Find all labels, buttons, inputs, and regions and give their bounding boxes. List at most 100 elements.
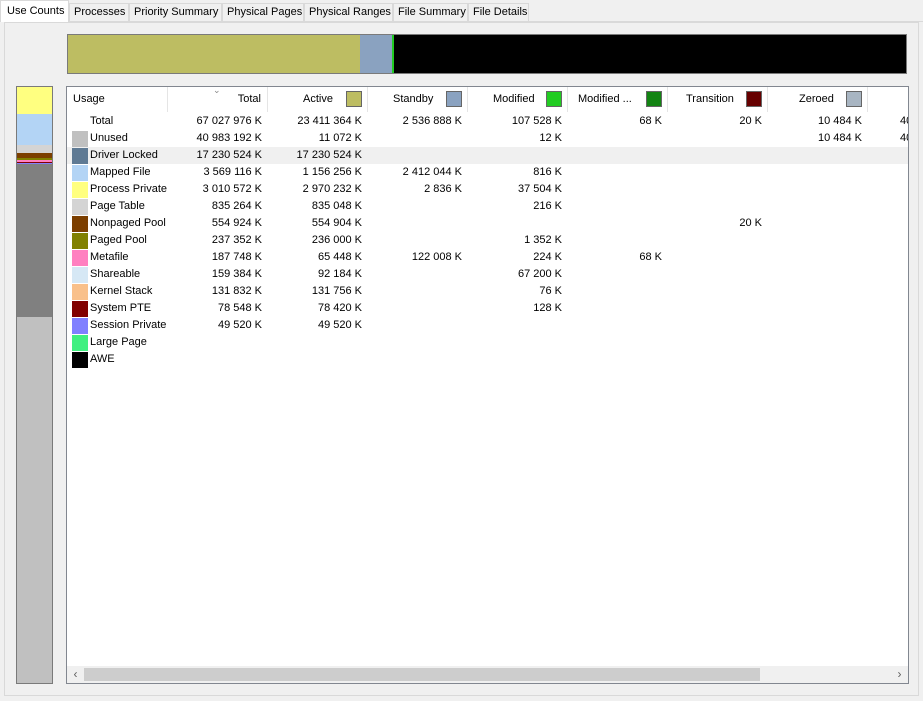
transition-cell (668, 334, 768, 351)
usage-color-swatch (72, 165, 88, 181)
usage-color-swatch (72, 182, 88, 198)
transition-cell (668, 181, 768, 198)
column-header-label: Fr (878, 87, 888, 112)
column-header-standby[interactable]: Standby (368, 87, 468, 112)
zeroed-cell (768, 283, 868, 300)
tab-priority-summary[interactable]: Priority Summary (129, 3, 222, 21)
usage-color-swatch (72, 352, 88, 368)
column-header-usage[interactable]: Usage (67, 87, 168, 112)
tab-file-details[interactable]: File Details (468, 3, 529, 21)
modified-cell: 67 200 K (517, 268, 562, 280)
table-row[interactable]: Nonpaged Pool 554 924 K 554 904 K 20 K (67, 215, 908, 232)
modified-nowrite-cell (568, 164, 668, 181)
modified-nowrite-cell (568, 300, 668, 317)
usage-label: AWE (90, 353, 115, 365)
free-cell (868, 351, 908, 368)
total-cell: 67 027 976 K (196, 115, 262, 127)
active-cell: 17 230 524 K (296, 149, 362, 161)
standby-cell (368, 283, 468, 300)
table-row[interactable]: Mapped File 3 569 116 K 1 156 256 K 2 412 0… (67, 164, 908, 181)
usage-label: Session Private (90, 319, 167, 331)
table-row[interactable]: AWE (67, 351, 908, 368)
use-counts-list: Usage ⌄ Total Active Standby Modified Mo… (66, 86, 909, 684)
standby-cell (368, 232, 468, 249)
table-row[interactable]: Kernel Stack 131 832 K 131 756 K 76 K (67, 283, 908, 300)
zeroed-cell (768, 147, 868, 164)
tab-file-summary[interactable]: File Summary (393, 3, 468, 21)
column-header-modified-no-write[interactable]: Modified ... (568, 87, 668, 112)
free-cell (868, 334, 908, 351)
column-header-total[interactable]: ⌄ Total (168, 87, 268, 112)
column-header-free[interactable]: Fr (868, 87, 908, 112)
table-row[interactable]: Metafile 187 748 K 65 448 K 122 008 K 224 K 6… (67, 249, 908, 266)
tab-use-counts[interactable]: Use Counts (0, 0, 69, 22)
active-cell: 11 072 K (318, 132, 362, 144)
scroll-right-icon[interactable]: › (891, 666, 908, 683)
total-cell (168, 351, 268, 368)
standby-cell (368, 147, 468, 164)
tab-physical-pages[interactable]: Physical Pages (222, 3, 304, 21)
transition-color-swatch (746, 91, 762, 107)
column-header-modified[interactable]: Modified (468, 87, 568, 112)
scroll-left-icon[interactable]: ‹ (67, 666, 84, 683)
table-row[interactable]: Total 67 027 976 K 23 411 364 K 2 536 888 K… (67, 113, 908, 130)
scrollbar-thumb[interactable] (84, 668, 760, 681)
table-row[interactable]: Page Table 835 264 K 835 048 K 216 K (67, 198, 908, 215)
usage-color-swatch (72, 131, 88, 147)
usage-bar-segment-process-private (17, 87, 52, 114)
free-cell (868, 147, 908, 164)
active-cell: 65 448 K (317, 251, 362, 263)
column-header-zeroed[interactable]: Zeroed (768, 87, 868, 112)
modified-nowrite-cell (568, 317, 668, 334)
transition-cell (668, 249, 768, 266)
zeroed-cell (768, 249, 868, 266)
transition-cell (668, 198, 768, 215)
modified-cell: 224 K (533, 251, 562, 263)
usage-bar-segment-unused (17, 317, 52, 683)
total-cell: 159 384 K (211, 268, 262, 280)
table-row[interactable]: Unused 40 983 192 K 11 072 K 12 K 10 484 K 40 (67, 130, 908, 147)
modified-nowrite-cell (568, 130, 668, 147)
column-header-active[interactable]: Active (268, 87, 368, 112)
tab-processes[interactable]: Processes (69, 3, 129, 21)
total-cell: 3 010 572 K (202, 183, 262, 195)
transition-cell (668, 351, 768, 368)
free-cell (868, 164, 908, 181)
active-cell: 49 520 K (317, 319, 362, 331)
zeroed-cell (768, 317, 868, 334)
horizontal-scrollbar[interactable]: ‹ › (67, 666, 908, 683)
modified-nowrite-cell: 68 K (639, 115, 662, 127)
free-cell (868, 317, 908, 334)
modified-nowrite-cell (568, 232, 668, 249)
free-cell: 40 (900, 115, 908, 127)
modified-nowrite-cell (568, 351, 668, 368)
modified-cell: 12 K (539, 132, 562, 144)
column-header-transition[interactable]: Transition (668, 87, 768, 112)
zeroed-cell (768, 266, 868, 283)
total-cell (168, 334, 268, 351)
active-cell: 835 048 K (311, 200, 362, 212)
free-cell (868, 300, 908, 317)
table-row[interactable]: Paged Pool 237 352 K 236 000 K 1 352 K (67, 232, 908, 249)
tab-physical-ranges[interactable]: Physical Ranges (304, 3, 393, 21)
modified-color-swatch (546, 91, 562, 107)
usage-bar (16, 86, 53, 684)
table-row[interactable]: Session Private 49 520 K 49 520 K (67, 317, 908, 334)
active-cell: 1 156 256 K (302, 166, 362, 178)
table-row[interactable]: Shareable 159 384 K 92 184 K 67 200 K (67, 266, 908, 283)
usage-label: Metafile (90, 251, 129, 263)
table-row[interactable]: Large Page (67, 334, 908, 351)
modified-cell (468, 334, 568, 351)
active-cell: 236 000 K (311, 234, 362, 246)
column-header-label: Transition (686, 93, 734, 105)
modified-nowrite-cell (568, 181, 668, 198)
total-cell: 187 748 K (211, 251, 262, 263)
table-row[interactable]: Driver Locked 17 230 524 K 17 230 524 K (67, 147, 908, 164)
standby-cell (368, 215, 468, 232)
table-row[interactable]: System PTE 78 548 K 78 420 K 128 K (67, 300, 908, 317)
transition-cell: 20 K (739, 115, 762, 127)
table-row[interactable]: Process Private 3 010 572 K 2 970 232 K 2 8… (67, 181, 908, 198)
top-bar-segment-active (68, 35, 361, 73)
usage-label: Kernel Stack (90, 285, 153, 297)
usage-label: Process Private (90, 183, 168, 195)
